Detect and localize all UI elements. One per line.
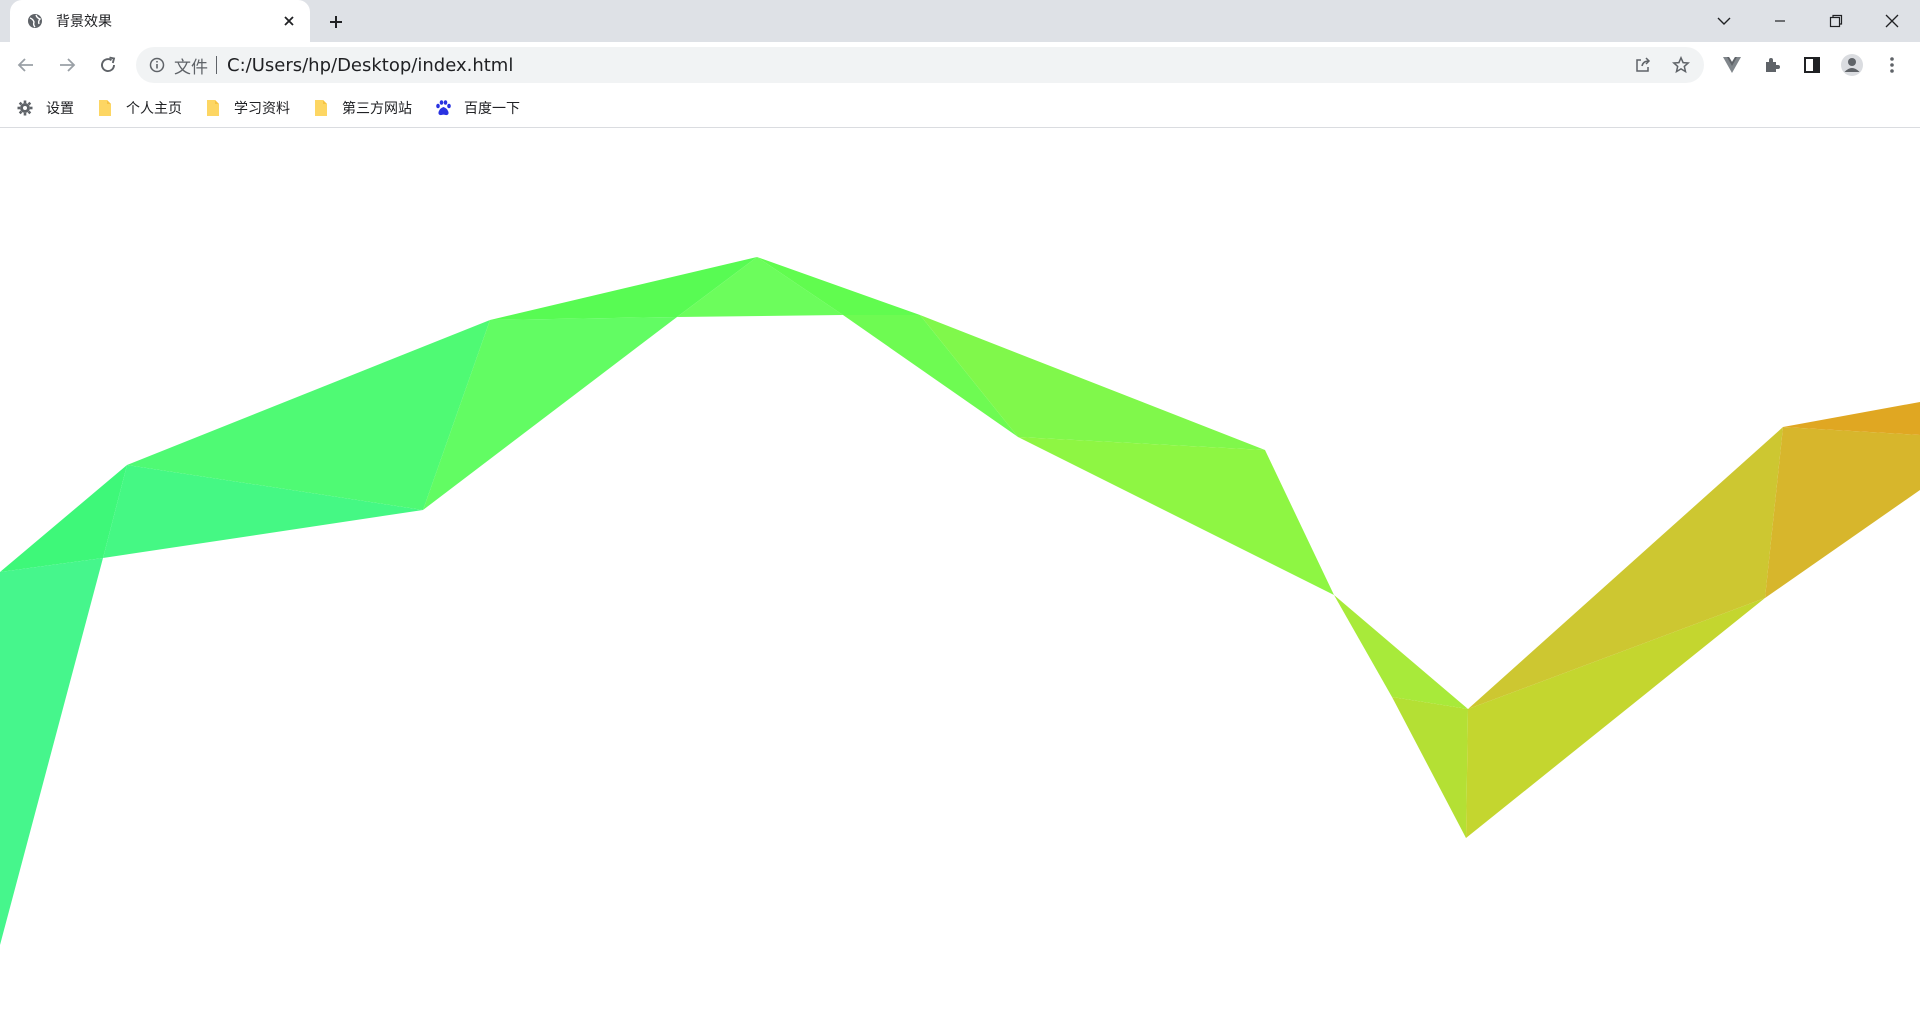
bookmark-third-party-sites[interactable]: 第三方网站 (312, 98, 412, 118)
toolbar-actions (1716, 49, 1908, 81)
ribbon-facet (1334, 595, 1468, 709)
folder-icon (96, 99, 114, 117)
new-tab-button[interactable] (322, 8, 350, 36)
ribbon-facet (0, 558, 103, 945)
minimize-button[interactable] (1752, 0, 1808, 42)
share-icon[interactable] (1628, 50, 1658, 80)
reload-button[interactable] (92, 49, 124, 81)
restore-button[interactable] (1808, 0, 1864, 42)
close-window-button[interactable] (1864, 0, 1920, 42)
bookmarks-bar: 设置 个人主页 学习资料 第三方网站 百度一下 (0, 88, 1920, 128)
baidu-paw-icon (434, 99, 452, 117)
ribbon-polygons (0, 257, 1920, 945)
bookmark-baidu[interactable]: 百度一下 (434, 98, 520, 118)
folder-icon (204, 99, 222, 117)
ribbon-facet (1765, 427, 1920, 598)
bookmark-personal-home[interactable]: 个人主页 (96, 98, 182, 118)
ribbon-facet (1392, 697, 1468, 838)
close-icon[interactable] (278, 10, 300, 32)
active-tab[interactable]: 背景效果 (10, 0, 310, 42)
address-bar[interactable]: 文件 C:/Users/hp/Desktop/index.html (136, 47, 1704, 83)
tab-strip: 背景效果 (0, 0, 1920, 42)
bookmark-label: 设置 (46, 100, 74, 117)
bookmark-label: 百度一下 (464, 100, 520, 117)
ribbon-facet (1018, 437, 1334, 595)
browser-toolbar: 文件 C:/Users/hp/Desktop/index.html (0, 42, 1920, 88)
folder-icon (312, 99, 330, 117)
tab-title: 背景效果 (56, 14, 112, 30)
bookmark-label: 学习资料 (234, 100, 290, 117)
bookmark-label: 第三方网站 (342, 100, 412, 117)
gear-icon (16, 99, 34, 117)
menu-kebab-icon[interactable] (1876, 49, 1908, 81)
side-panel-icon[interactable] (1796, 49, 1828, 81)
profile-avatar-icon[interactable] (1836, 49, 1868, 81)
forward-button[interactable] (51, 49, 83, 81)
globe-icon (26, 12, 44, 30)
bookmark-settings[interactable]: 设置 (16, 98, 74, 118)
page-content (0, 129, 1920, 1030)
extensions-icon[interactable] (1756, 49, 1788, 81)
back-button[interactable] (10, 49, 42, 81)
omnibox-divider (216, 56, 217, 74)
bookmark-star-icon[interactable] (1666, 50, 1696, 80)
url-text[interactable]: C:/Users/hp/Desktop/index.html (227, 55, 1628, 76)
tab-search-icon[interactable] (1696, 0, 1752, 42)
bookmark-study-materials[interactable]: 学习资料 (204, 98, 290, 118)
window-controls (1696, 0, 1920, 42)
vue-devtools-icon[interactable] (1716, 49, 1748, 81)
ribbon-background (0, 257, 1920, 945)
bookmark-label: 个人主页 (126, 100, 182, 117)
file-scheme-label: 文件 (174, 57, 208, 78)
info-icon[interactable] (148, 56, 166, 74)
